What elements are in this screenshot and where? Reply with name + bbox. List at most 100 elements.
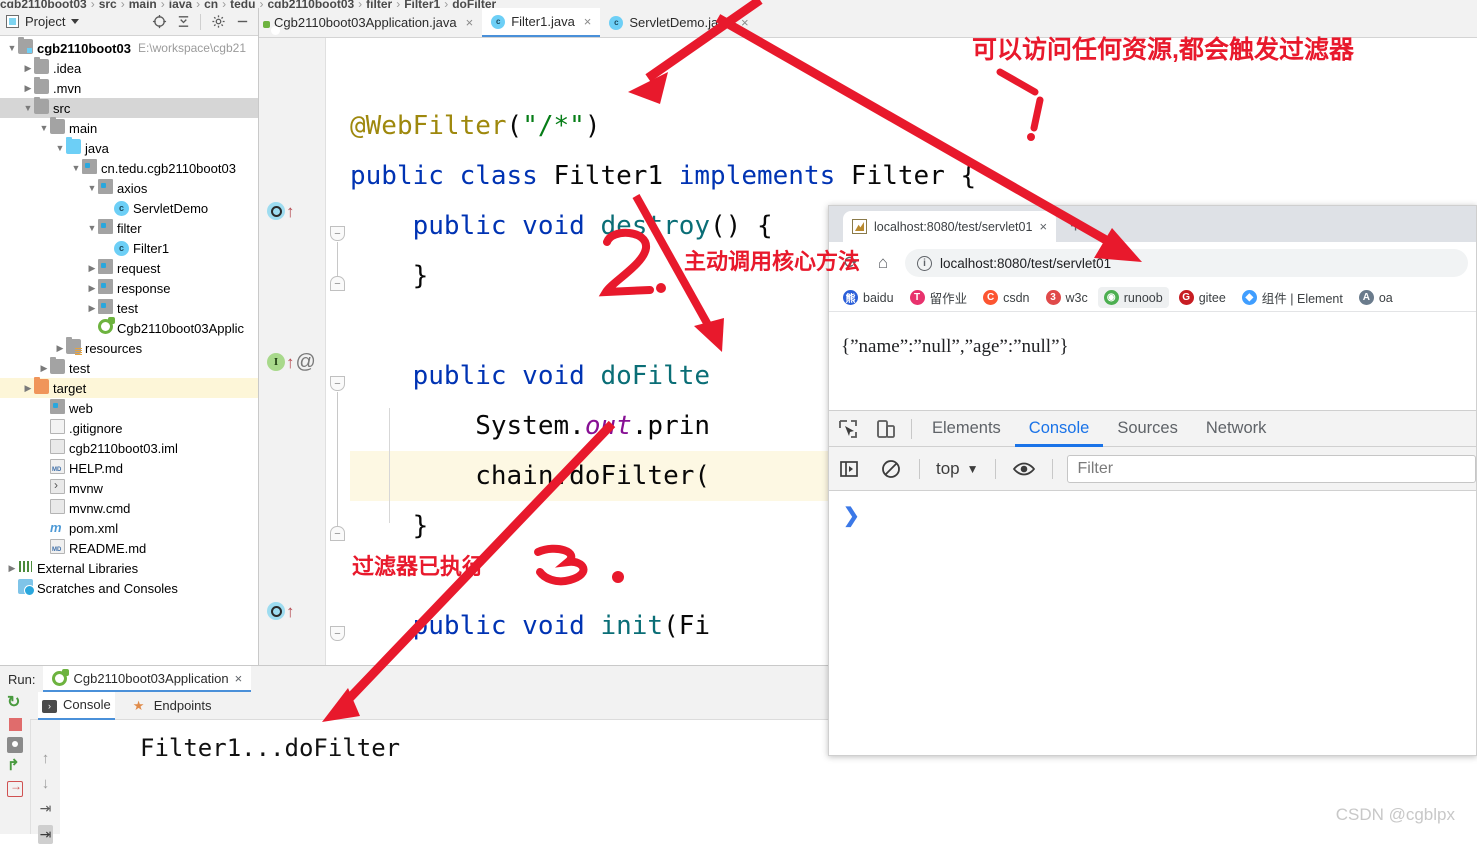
project-tree[interactable]: cgb2110boot03 E:\workspace\cgb21 .idea .mvn… bbox=[0, 36, 258, 598]
close-icon[interactable]: × bbox=[741, 15, 749, 30]
thread-dump-icon[interactable] bbox=[7, 756, 23, 775]
tree-item[interactable]: README.md bbox=[0, 538, 258, 558]
rerun-icon[interactable] bbox=[7, 692, 23, 712]
soft-wrap-icon[interactable]: ⇥ bbox=[40, 800, 52, 817]
annotation-marker-icon[interactable]: @ bbox=[296, 352, 316, 372]
stop-icon[interactable] bbox=[8, 718, 22, 731]
tree-item[interactable]: mvnw.cmd bbox=[0, 498, 258, 518]
editor-gutter[interactable]: ↑ I ↑ @ ↑ bbox=[259, 38, 326, 665]
expand-arrow-icon[interactable] bbox=[86, 303, 98, 314]
expand-arrow-icon[interactable] bbox=[22, 103, 34, 113]
tree-item[interactable]: test bbox=[0, 357, 258, 378]
run-subtab[interactable]: › Console bbox=[38, 691, 115, 720]
tree-item[interactable]: test bbox=[0, 298, 258, 318]
tree-item[interactable]: m pom.xml bbox=[0, 518, 258, 538]
home-icon[interactable]: ⌂ bbox=[869, 249, 897, 277]
project-title-button[interactable]: Project bbox=[6, 14, 80, 29]
close-icon[interactable]: × bbox=[1039, 219, 1047, 234]
expand-arrow-icon[interactable] bbox=[54, 143, 66, 153]
devtools-tab-bar[interactable]: Elements Console Sources Network bbox=[829, 411, 1476, 447]
tree-item[interactable]: axios bbox=[0, 178, 258, 198]
fold-gutter[interactable]: − − − − − bbox=[326, 38, 350, 665]
code-fold-handle[interactable]: − bbox=[330, 626, 345, 641]
expand-arrow-icon[interactable] bbox=[86, 263, 98, 274]
override-marker-icon[interactable] bbox=[267, 202, 285, 220]
expand-arrow-icon[interactable] bbox=[86, 223, 98, 233]
tree-item[interactable]: resources bbox=[0, 337, 258, 358]
tree-item[interactable]: main bbox=[0, 117, 258, 138]
execution-context-selector[interactable]: top ▼ bbox=[928, 459, 987, 479]
chevron-down-icon[interactable] bbox=[71, 19, 80, 24]
browser-tab[interactable]: localhost:8080/test/servlet01 × bbox=[843, 211, 1057, 242]
device-toolbar-icon[interactable] bbox=[867, 411, 905, 447]
tree-item[interactable]: .idea bbox=[0, 57, 258, 78]
tree-item[interactable]: web bbox=[0, 398, 258, 418]
editor-tab[interactable]: Cgb2110boot03Application.java × bbox=[259, 8, 483, 37]
expand-arrow-icon[interactable] bbox=[38, 123, 50, 133]
tree-item[interactable]: c Filter1 bbox=[0, 238, 258, 258]
site-info-icon[interactable]: i bbox=[917, 255, 932, 271]
sidebar-toggle-icon[interactable] bbox=[829, 447, 869, 491]
breadcrumb-item[interactable]: cn bbox=[204, 0, 218, 8]
breadcrumb-item[interactable]: main bbox=[129, 0, 157, 8]
bookmark-item[interactable]: Ggitee bbox=[1173, 287, 1232, 308]
run-configuration-tab[interactable]: Cgb2110boot03Application × bbox=[43, 666, 252, 692]
expand-arrow-icon[interactable] bbox=[86, 183, 98, 193]
run-subtab[interactable]: ★ Endpoints bbox=[129, 692, 216, 720]
tree-item[interactable]: java bbox=[0, 137, 258, 158]
editor-tab[interactable]: c Filter1.java × bbox=[482, 8, 601, 37]
expand-arrow-icon[interactable] bbox=[6, 563, 18, 574]
breadcrumb-item[interactable]: Filter1 bbox=[404, 0, 440, 8]
tree-item[interactable]: response bbox=[0, 278, 258, 298]
tree-item[interactable]: HELP.md bbox=[0, 458, 258, 478]
tab-console[interactable]: Console bbox=[1015, 411, 1104, 447]
override-icon[interactable]: ↑ bbox=[267, 202, 295, 220]
tree-item[interactable]: cgb2110boot03.iml bbox=[0, 438, 258, 458]
breadcrumb-item[interactable]: cgb2110boot03 bbox=[267, 0, 354, 8]
breadcrumb-item[interactable]: cgb2110boot03 bbox=[0, 0, 87, 8]
expand-arrow-icon[interactable] bbox=[6, 43, 18, 53]
tree-item[interactable]: Scratches and Consoles bbox=[0, 578, 258, 598]
locate-icon[interactable] bbox=[149, 12, 169, 32]
breadcrumb[interactable]: cgb2110boot03 › src › main › java › cn › tedu › cgb2… bbox=[0, 0, 1477, 8]
scroll-to-end-icon[interactable]: ⇥ bbox=[37, 825, 54, 844]
expand-arrow-icon[interactable] bbox=[54, 343, 66, 354]
scroll-down-icon[interactable]: ↓ bbox=[42, 775, 50, 792]
expand-arrow-icon[interactable] bbox=[70, 163, 82, 173]
tree-item[interactable]: src bbox=[0, 97, 258, 118]
export-icon[interactable] bbox=[7, 779, 23, 797]
console-prompt-icon[interactable]: ❯ bbox=[843, 505, 860, 527]
implements-marker-icon[interactable]: I bbox=[267, 353, 285, 371]
breadcrumb-item[interactable]: doFilter bbox=[452, 0, 496, 8]
console-side-toolbar[interactable]: ↑ ↓ ⇥ ⇥ bbox=[30, 720, 60, 844]
bookmark-item[interactable]: ◆ 组件 | Element bbox=[1236, 285, 1349, 310]
scroll-up-icon[interactable]: ↑ bbox=[42, 750, 50, 767]
tree-item[interactable]: mvnw bbox=[0, 478, 258, 498]
code-fold-handle[interactable]: − bbox=[330, 526, 345, 541]
reload-icon[interactable]: ⟳ bbox=[837, 249, 865, 277]
editor-tab-bar[interactable]: Cgb2110boot03Application.java × c Filter1.j… bbox=[259, 8, 1477, 38]
close-icon[interactable]: × bbox=[466, 15, 474, 30]
code-fold-handle[interactable]: − bbox=[330, 276, 345, 291]
expand-arrow-icon[interactable] bbox=[22, 383, 34, 394]
tree-item[interactable]: cn.tedu.cgb2110boot03 bbox=[0, 158, 258, 178]
tree-item[interactable]: External Libraries bbox=[0, 558, 258, 578]
bookmark-item[interactable]: 熊 baidu bbox=[837, 287, 900, 308]
code-fold-handle[interactable]: − bbox=[330, 226, 345, 241]
run-actions-toolbar[interactable] bbox=[0, 692, 30, 834]
implements-icon[interactable]: I ↑ @ bbox=[267, 352, 316, 372]
tree-item[interactable]: request bbox=[0, 258, 258, 278]
new-tab-button[interactable]: + bbox=[1070, 216, 1081, 238]
bookmarks-bar[interactable]: 熊 baidu T 留作业 Ccsdn 3 w3c ◉ runoob Ggitee ◆ 组件 | El… bbox=[829, 284, 1476, 312]
bookmark-item[interactable]: Aoa bbox=[1353, 287, 1399, 308]
settings-gear-icon[interactable] bbox=[208, 12, 228, 32]
address-bar[interactable]: i localhost:8080/test/servlet01 bbox=[905, 249, 1468, 277]
breadcrumb-item[interactable]: java bbox=[169, 0, 192, 8]
chevron-down-icon[interactable]: ▼ bbox=[967, 462, 979, 476]
tree-item[interactable]: Cgb2110boot03Applic bbox=[0, 317, 258, 338]
collapse-all-icon[interactable] bbox=[173, 12, 193, 32]
console-filter-input[interactable]: Filter bbox=[1066, 454, 1476, 483]
tab-elements[interactable]: Elements bbox=[918, 411, 1015, 447]
expand-arrow-icon[interactable] bbox=[38, 363, 50, 374]
tree-item[interactable]: filter bbox=[0, 218, 258, 238]
